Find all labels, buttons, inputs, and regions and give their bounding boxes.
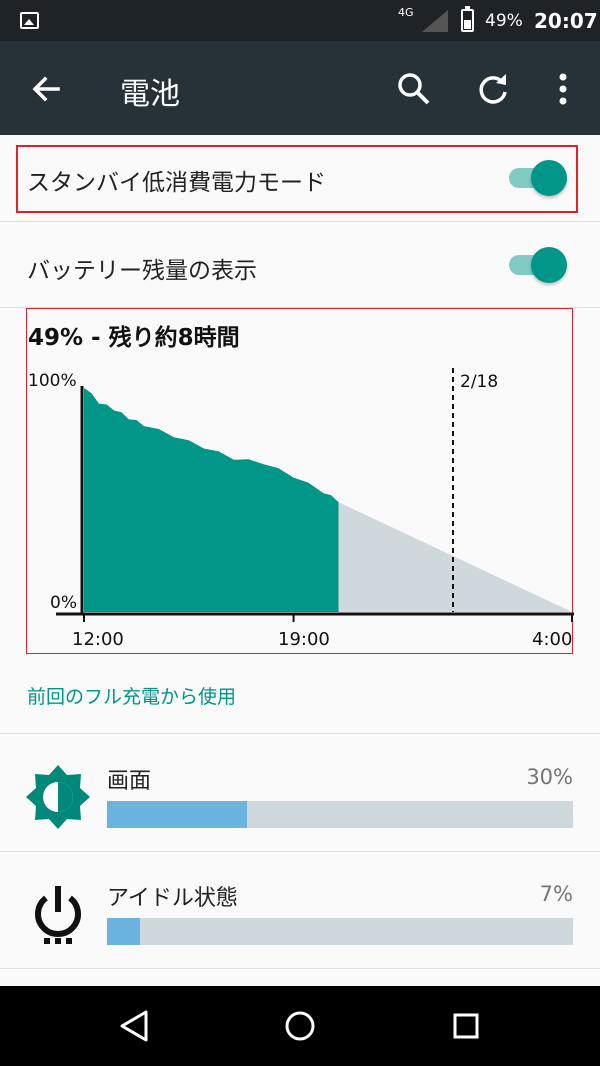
page-title: 電池	[120, 77, 180, 112]
search-icon[interactable]	[396, 71, 432, 107]
brightness-icon	[26, 765, 90, 829]
usage-item-percent: 30%	[526, 765, 573, 789]
usage-bar-fill	[107, 801, 247, 828]
arrow-back-icon[interactable]	[28, 71, 64, 107]
battery-projected-area	[338, 502, 572, 612]
usage-bar	[107, 918, 573, 945]
x-tick-label: 4:00	[532, 629, 572, 650]
usage-item-screen[interactable]: 画面 30%	[0, 735, 600, 851]
usage-bar-fill	[107, 918, 140, 945]
x-tick-label: 19:00	[278, 629, 330, 650]
battery-used-area	[84, 388, 339, 612]
usage-item-name: 画面	[107, 769, 152, 794]
home-nav-icon[interactable]	[280, 1006, 320, 1046]
battery-percent: 49%	[485, 11, 523, 31]
y-axis-bottom-label: 0%	[50, 593, 77, 613]
recents-nav-icon[interactable]	[446, 1006, 486, 1046]
usage-bar	[107, 801, 573, 828]
day-marker-label: 2/18	[460, 372, 498, 392]
refresh-icon[interactable]	[474, 71, 512, 109]
battery-icon	[461, 6, 474, 32]
usage-item-percent: 7%	[539, 882, 573, 906]
clock: 20:07	[534, 9, 598, 33]
highlight-box	[16, 145, 578, 213]
navigation-bar	[0, 986, 600, 1066]
divider	[0, 733, 600, 734]
battery-percentage-toggle[interactable]	[509, 245, 569, 285]
signal-icon	[422, 10, 448, 32]
toggle-thumb	[531, 247, 567, 283]
x-tick-label: 12:00	[72, 629, 124, 650]
network-type: 4G	[398, 6, 414, 19]
battery-percentage-row[interactable]: バッテリー残量の表示	[0, 222, 600, 307]
image-notification-icon	[20, 12, 39, 29]
app-bar: 電池	[0, 41, 600, 135]
battery-percentage-label: バッテリー残量の表示	[27, 258, 257, 284]
chart-title: 49% - 残り約8時間	[28, 325, 240, 351]
usage-section-label: 前回のフル充電から使用	[27, 686, 237, 708]
battery-history-chart[interactable]: 100% 0% 2/18 12:00 19:00 4:00	[28, 360, 574, 654]
more-vert-icon[interactable]	[550, 71, 576, 107]
power-icon	[35, 886, 81, 944]
usage-item-idle[interactable]: アイドル状態 7%	[0, 852, 600, 968]
back-nav-icon[interactable]	[114, 1006, 154, 1046]
y-axis-top-label: 100%	[28, 371, 77, 391]
status-bar: 4G 49% 20:07	[0, 0, 600, 41]
usage-item-name: アイドル状態	[107, 886, 238, 911]
divider	[0, 968, 600, 969]
